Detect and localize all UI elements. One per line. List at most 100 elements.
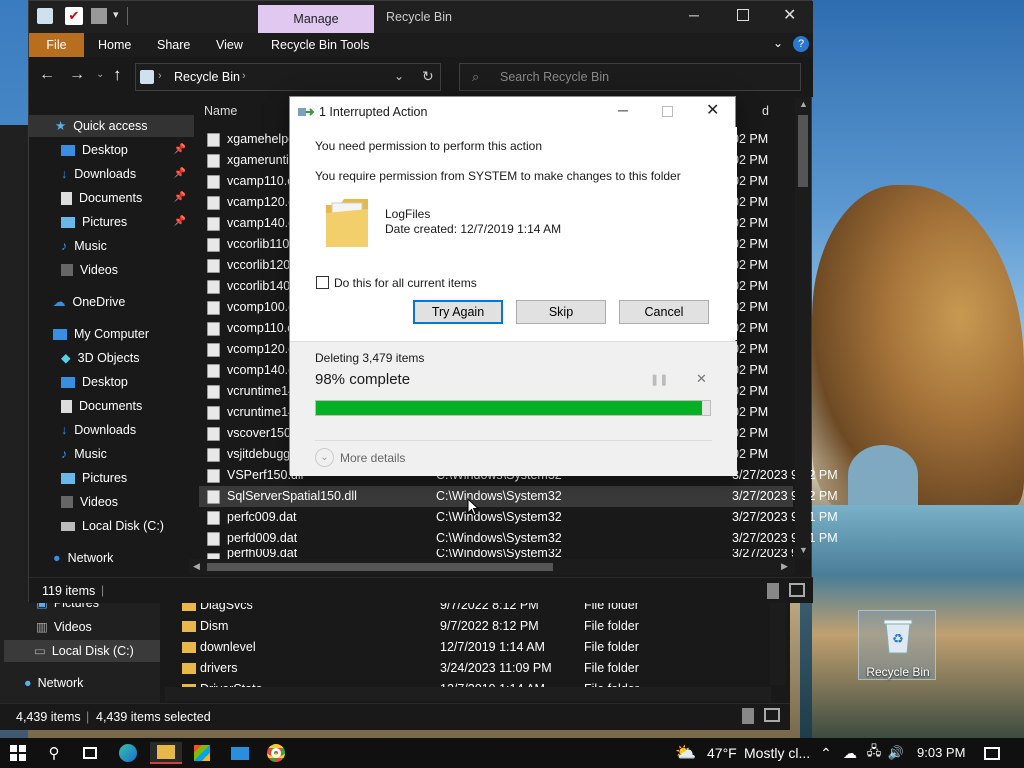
pause-icon[interactable]: ❚❚ <box>650 373 668 386</box>
chevron-down-icon[interactable]: ⌄ <box>315 448 334 467</box>
folder-icon <box>182 663 196 674</box>
mail-icon[interactable] <box>228 742 252 764</box>
try-again-button[interactable]: Try Again <box>413 300 503 324</box>
breadcrumb[interactable]: Recycle Bin <box>174 70 240 84</box>
details-view-icon[interactable] <box>742 708 754 724</box>
cancel-button[interactable]: Cancel <box>619 300 709 324</box>
sidebar-item-pictures[interactable]: Pictures 📌 <box>61 211 194 233</box>
store-icon[interactable] <box>190 742 214 764</box>
network-tray-icon[interactable]: 🖧 <box>862 742 886 764</box>
sidebar-item-desktop-2[interactable]: Desktop <box>61 371 128 393</box>
address-bar[interactable]: › Recycle Bin › ⌄ ↻ <box>135 63 441 91</box>
tab-share[interactable]: Share <box>157 33 190 57</box>
back-nav-local-disk[interactable]: ▭ Local Disk (C:) <box>4 640 160 662</box>
search-input[interactable]: ⌕ Search Recycle Bin <box>459 63 801 91</box>
weather-icon[interactable]: ⛅ <box>674 742 698 764</box>
table-row[interactable]: Dism 9/7/2022 8:12 PM File folder <box>177 616 769 637</box>
sidebar-item-onedrive[interactable]: ☁ OneDrive <box>53 291 125 313</box>
back-vertical-scrollbar[interactable] <box>770 593 786 685</box>
help-icon[interactable]: ? <box>793 36 809 52</box>
tiles-view-icon[interactable] <box>789 583 805 597</box>
sidebar-item-network[interactable]: ● Network <box>53 547 113 569</box>
properties-icon[interactable]: ✔ <box>65 7 83 25</box>
table-row[interactable]: downlevel 12/7/2019 1:14 AM File folder <box>177 637 769 658</box>
weather-temp[interactable]: 47°F <box>707 745 737 761</box>
skip-button[interactable]: Skip <box>516 300 606 324</box>
stop-icon[interactable]: ✕ <box>696 371 707 387</box>
chevron-up-icon[interactable]: ⌃ <box>814 742 838 764</box>
recent-locations-icon[interactable]: ⌄ <box>96 69 104 80</box>
scroll-down-icon[interactable]: ▼ <box>799 545 808 555</box>
sidebar-item-pictures-2[interactable]: Pictures <box>61 467 127 489</box>
back-horizontal-scrollbar[interactable] <box>165 687 771 701</box>
table-row[interactable]: perfd009.dat C:\Windows\System32 3/27/2023… <box>199 528 838 549</box>
sidebar-item-quick-access[interactable]: ★ Quick access <box>29 115 194 137</box>
back-arrow-icon[interactable]: ← <box>39 66 55 84</box>
tab-view[interactable]: View <box>216 33 243 57</box>
vertical-scrollbar[interactable]: ▲ ▼ <box>795 97 811 559</box>
close-button[interactable]: ✕ <box>783 5 796 25</box>
tiles-view-icon[interactable] <box>764 708 780 722</box>
clock-time[interactable]: 9:03 PM <box>917 745 965 760</box>
refresh-icon[interactable]: ↻ <box>422 68 434 85</box>
search-icon[interactable]: ⚲ <box>42 742 66 764</box>
sidebar-item-videos[interactable]: Videos <box>61 259 118 281</box>
file-explorer-icon[interactable] <box>150 742 182 764</box>
ribbon-expand-icon[interactable]: ⌄ <box>773 36 783 50</box>
sidebar-item-downloads[interactable]: ↓ Downloads 📌 <box>61 163 194 185</box>
sidebar-item-music[interactable]: ♪ Music <box>61 235 107 257</box>
dialog-minimize-button[interactable]: ─ <box>618 102 628 118</box>
videos-icon <box>61 264 73 276</box>
minimize-button[interactable]: ─ <box>689 7 699 23</box>
desktop-recycle-label: Recycle Bin <box>866 665 930 679</box>
table-row[interactable]: perfh009.dat C:\Windows\System32 3/27/2023… <box>199 549 793 559</box>
scroll-up-icon[interactable]: ▲ <box>799 99 808 109</box>
download-icon: ↓ <box>61 167 68 181</box>
weather-text[interactable]: Mostly cl... <box>744 745 810 761</box>
sidebar-item-my-computer[interactable]: My Computer <box>53 323 149 345</box>
notification-icon[interactable] <box>980 742 1004 764</box>
table-row[interactable]: drivers 3/24/2023 11:09 PM File folder <box>177 658 769 679</box>
sidebar-item-videos-2[interactable]: Videos <box>61 491 118 513</box>
address-dropdown-icon[interactable]: ⌄ <box>394 69 404 83</box>
forward-arrow-icon[interactable]: → <box>69 66 85 84</box>
volume-icon[interactable]: 🔊 <box>884 742 908 764</box>
onedrive-tray-icon[interactable]: ☁ <box>838 742 862 764</box>
sidebar-item-documents[interactable]: Documents 📌 <box>61 187 194 209</box>
scrollbar-thumb[interactable] <box>207 563 553 571</box>
maximize-button[interactable] <box>737 9 749 21</box>
back-nav-network[interactable]: ● Network <box>24 672 83 694</box>
scroll-right-icon[interactable]: ▶ <box>781 561 788 572</box>
sidebar-item-local-disk[interactable]: Local Disk (C:) <box>61 515 164 537</box>
table-row-selected[interactable]: SqlServerSpatial150.dll C:\Windows\System… <box>199 486 838 507</box>
task-view-icon[interactable] <box>78 742 102 764</box>
table-row[interactable]: perfc009.dat C:\Windows\System32 3/27/2023… <box>199 507 838 528</box>
desktop-recycle-bin[interactable]: ♻ Recycle Bin <box>858 610 936 680</box>
scroll-left-icon[interactable]: ◀ <box>193 561 200 572</box>
tab-manage[interactable]: Manage <box>258 5 374 33</box>
sidebar-item-3d-objects[interactable]: ◆ 3D Objects <box>61 347 139 369</box>
tab-home[interactable]: Home <box>98 33 131 57</box>
file-icon <box>207 259 220 273</box>
sidebar-item-documents-2[interactable]: Documents <box>61 395 142 417</box>
sidebar-item-desktop[interactable]: Desktop 📌 <box>61 139 194 161</box>
start-button[interactable] <box>6 742 30 764</box>
new-folder-icon[interactable] <box>91 8 107 24</box>
scrollbar-thumb[interactable] <box>798 115 808 187</box>
sidebar-item-music-2[interactable]: ♪ Music <box>61 443 107 465</box>
horizontal-scrollbar[interactable]: ◀ ▶ <box>189 559 795 575</box>
file-icon <box>207 196 220 210</box>
dialog-close-button[interactable]: ✕ <box>706 100 719 120</box>
up-arrow-icon[interactable]: ↑ <box>113 65 122 85</box>
tab-file[interactable]: File <box>29 33 84 57</box>
deleting-status: Deleting 3,479 items <box>315 351 425 365</box>
tab-recycle-bin-tools[interactable]: Recycle Bin Tools <box>271 33 369 57</box>
edge-icon[interactable] <box>116 742 140 764</box>
apply-all-checkbox[interactable] <box>316 276 329 289</box>
sidebar-item-downloads-2[interactable]: ↓ Downloads <box>61 419 136 441</box>
details-view-icon[interactable] <box>767 583 779 599</box>
back-nav-videos[interactable]: ▥ Videos <box>36 616 92 638</box>
chrome-icon[interactable] <box>264 742 288 764</box>
more-details-link[interactable]: More details <box>340 451 405 465</box>
quick-access-dropdown-icon[interactable]: ▾ <box>113 8 119 21</box>
